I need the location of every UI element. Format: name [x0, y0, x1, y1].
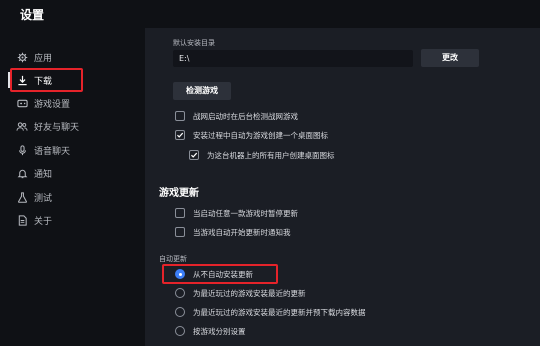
sidebar-item-friends-chat[interactable]: 好友与聊天	[8, 115, 138, 137]
sidebar-item-apps[interactable]: 应用	[8, 46, 138, 68]
sidebar-item-label: 语音聊天	[34, 146, 71, 157]
default-dir-label: 默认安装目录	[173, 39, 215, 47]
radio-button[interactable]	[175, 307, 185, 317]
radio-button[interactable]	[175, 288, 185, 298]
checkbox[interactable]	[189, 150, 199, 160]
sidebar-item-label: 游戏设置	[34, 99, 71, 110]
checkbox-label: 为这台机器上的所有用户创建桌面图标	[207, 150, 335, 160]
highlight-box-never-auto-install	[162, 264, 278, 284]
sidebar-item-notifications[interactable]: 通知	[8, 162, 138, 184]
checkbox-label: 当启动任意一款游戏时暂停更新	[193, 208, 298, 218]
radio-recent-games-latest[interactable]: 为最近玩过的游戏安装最近的更新	[175, 286, 306, 300]
sidebar-item-test[interactable]: 测试	[8, 186, 138, 208]
checkbox-label: 战网启动时在后台检测战网游戏	[193, 111, 298, 121]
sidebar-item-label: 好友与聊天	[34, 122, 80, 133]
install-path-field[interactable]: E:\	[173, 50, 413, 67]
sidebar-item-label: 通知	[34, 169, 53, 180]
microphone-icon	[16, 144, 28, 156]
radio-label: 按游戏分别设置	[193, 326, 246, 336]
change-button[interactable]: 更改	[421, 49, 479, 67]
gear-icon	[16, 51, 28, 63]
option-create-desktop-icon[interactable]: 安装过程中自动为游戏创建一个桌面图标	[175, 128, 328, 142]
sidebar-item-about[interactable]: 关于	[8, 209, 138, 231]
checkbox-label: 安装过程中自动为游戏创建一个桌面图标	[193, 130, 328, 140]
flask-icon	[16, 191, 28, 203]
title-bar: 设置	[0, 0, 540, 28]
gamepad-icon	[16, 97, 28, 109]
highlight-box-download	[10, 68, 83, 92]
sidebar-item-label: 测试	[34, 193, 53, 204]
auto-update-label: 自动更新	[159, 255, 187, 263]
download-settings-panel: 默认安装目录 E:\ 更改 检测游戏 战网启动时在后台检测战网游戏 安装过程中自…	[145, 28, 540, 346]
checkbox[interactable]	[175, 227, 185, 237]
sidebar-item-game-settings[interactable]: 游戏设置	[8, 92, 138, 114]
sidebar-item-label: 关于	[34, 216, 53, 227]
window-title: 设置	[20, 8, 45, 22]
option-all-users-desktop-icon[interactable]: 为这台机器上的所有用户创建桌面图标	[189, 148, 335, 162]
option-pause-on-launch[interactable]: 当启动任意一款游戏时暂停更新	[175, 206, 298, 220]
radio-recent-games-predownload[interactable]: 为最近玩过的游戏安装最近的更新并预下载内容数据	[175, 305, 366, 319]
sidebar: 应用 下载 游戏设置 好友与聊天 语音聊天 通知 测试 关于	[0, 28, 145, 346]
section-title-game-updates: 游戏更新	[159, 188, 199, 199]
document-icon	[16, 214, 28, 226]
checkbox[interactable]	[175, 111, 185, 121]
radio-label: 为最近玩过的游戏安装最近的更新并预下载内容数据	[193, 307, 366, 317]
option-notify-on-update[interactable]: 当游戏自动开始更新时通知我	[175, 225, 291, 239]
sidebar-item-voice-chat[interactable]: 语音聊天	[8, 139, 138, 161]
checkbox-label: 当游戏自动开始更新时通知我	[193, 227, 291, 237]
checkbox[interactable]	[175, 130, 185, 140]
people-icon	[16, 120, 28, 132]
sidebar-item-label: 应用	[34, 53, 53, 64]
radio-button[interactable]	[175, 326, 185, 336]
radio-label: 为最近玩过的游戏安装最近的更新	[193, 288, 306, 298]
radio-per-game[interactable]: 按游戏分别设置	[175, 324, 246, 338]
bell-icon	[16, 167, 28, 179]
checkbox[interactable]	[175, 208, 185, 218]
detect-games-button[interactable]: 检测游戏	[173, 82, 231, 100]
option-detect-background[interactable]: 战网启动时在后台检测战网游戏	[175, 109, 298, 123]
